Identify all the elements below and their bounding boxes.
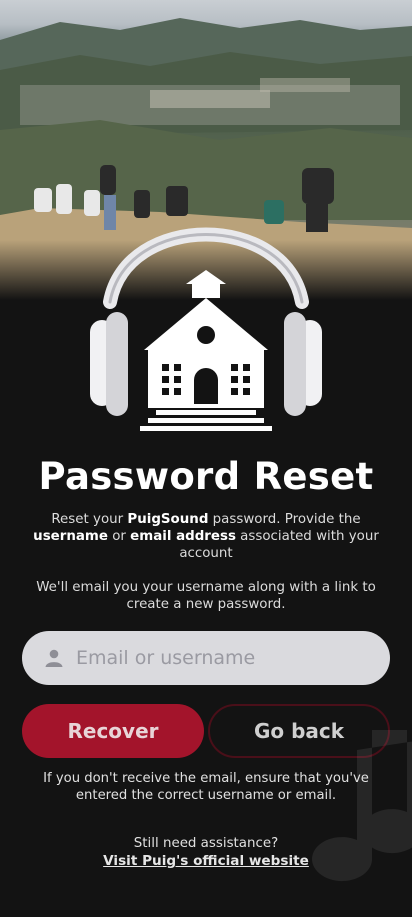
desc-text-1: Reset your [51,512,128,527]
desc-text-2: password. Provide the [208,512,361,527]
reset-description: Reset your PuigSound password. Provide t… [26,511,386,562]
email-word: email address [130,529,236,544]
recover-button[interactable]: Recover [22,704,204,758]
page-title: Password Reset [38,455,374,498]
username-word: username [33,529,108,544]
user-icon [45,649,63,667]
identifier-input[interactable] [76,647,366,669]
headphones-building-logo [90,227,322,431]
desc-text-3: or [107,529,131,544]
music-note-watermark [312,730,412,882]
email-info: We'll email you your username along with… [36,580,376,612]
brand-name: PuigSound [127,512,209,527]
identifier-field[interactable] [22,631,390,685]
